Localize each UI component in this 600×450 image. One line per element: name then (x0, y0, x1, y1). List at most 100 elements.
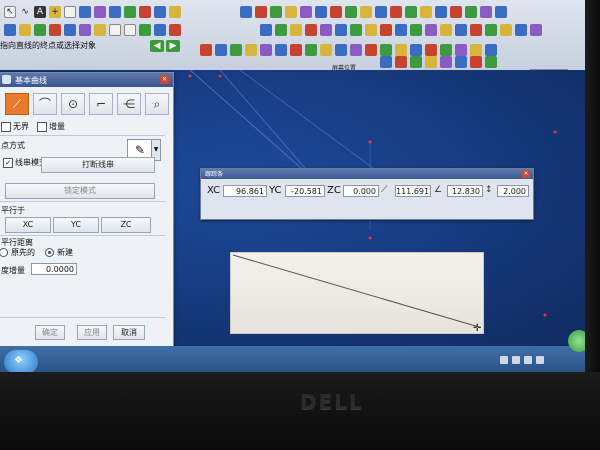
open-file-icon[interactable] (19, 24, 31, 36)
trim-type-button[interactable]: ⋲ (117, 93, 141, 115)
circle-icon[interactable] (154, 24, 166, 36)
network-icon[interactable] (500, 356, 508, 364)
perpendicular-snap-icon[interactable] (470, 56, 482, 68)
block-icon[interactable] (465, 6, 477, 18)
circle-type-button[interactable]: ⊙ (61, 93, 85, 115)
zoom-icon[interactable] (255, 6, 267, 18)
offset-field[interactable]: 2.000 (497, 185, 529, 197)
split-icon[interactable] (500, 24, 512, 36)
new-radio[interactable] (45, 248, 54, 257)
intersection-snap-icon[interactable] (440, 56, 452, 68)
original-radio[interactable] (0, 248, 8, 257)
line-tool-icon[interactable] (275, 44, 287, 56)
angle-field[interactable]: 12.830 (447, 185, 483, 197)
rectangle-icon[interactable] (64, 6, 76, 18)
cylinder-icon[interactable] (480, 6, 492, 18)
image-icon[interactable] (79, 6, 91, 18)
paste-icon[interactable] (94, 24, 106, 36)
front-view-icon[interactable] (375, 6, 387, 18)
ok-button[interactable]: 确定 (35, 325, 65, 340)
drawing-sheet[interactable]: ✛ (230, 252, 484, 334)
constraint-icon[interactable] (245, 44, 257, 56)
arc-icon[interactable] (139, 24, 151, 36)
fillet-type-button[interactable]: ⌐ (89, 93, 113, 115)
render-icon[interactable] (139, 6, 151, 18)
grid-icon[interactable] (230, 44, 242, 56)
extend-icon[interactable] (350, 44, 362, 56)
rotate-icon[interactable] (270, 6, 282, 18)
blend-icon[interactable] (410, 24, 422, 36)
wcs-icon[interactable] (169, 6, 181, 18)
zc-field[interactable]: 0.000 (343, 185, 379, 197)
mirror-icon[interactable] (470, 24, 482, 36)
record-icon[interactable] (200, 44, 212, 56)
line-type-button[interactable]: ⟋ (5, 93, 29, 115)
fillet-tool-icon[interactable] (320, 44, 332, 56)
dialog-titlebar[interactable]: 基本曲线 × (0, 73, 173, 87)
pad-icon[interactable] (350, 24, 362, 36)
parallel-xc-button[interactable]: XC (5, 217, 51, 233)
sweep-icon[interactable] (290, 24, 302, 36)
cone-icon[interactable] (495, 6, 507, 18)
start-button[interactable]: ❖ (4, 350, 38, 374)
extrude-icon[interactable] (260, 24, 272, 36)
right-arrow-icon[interactable]: ▶ (166, 40, 180, 52)
view-icon[interactable] (109, 6, 121, 18)
offset-curve-icon[interactable] (365, 44, 377, 56)
fit-icon[interactable] (240, 6, 252, 18)
lock-mode-button[interactable]: 锁定模式 (5, 183, 155, 199)
cancel-button[interactable]: 取消 (113, 325, 145, 340)
center-snap-icon[interactable] (410, 56, 422, 68)
undo-icon[interactable] (109, 24, 121, 36)
analysis-icon[interactable] (435, 6, 447, 18)
close-icon[interactable]: × (160, 75, 169, 84)
existing-point-icon[interactable] (485, 56, 497, 68)
xc-field[interactable]: 96.861 (223, 185, 267, 197)
pan-icon[interactable] (285, 6, 297, 18)
dimension-icon[interactable] (260, 44, 272, 56)
length-field[interactable]: 111.691 (395, 185, 431, 197)
tracking-bar-titlebar[interactable]: 跟踪条 (201, 169, 533, 179)
copy-icon[interactable] (79, 24, 91, 36)
endpoint-snap-icon[interactable] (380, 56, 392, 68)
hidden-icon[interactable] (330, 6, 342, 18)
section-icon[interactable] (405, 6, 417, 18)
wireframe-icon[interactable] (315, 6, 327, 18)
increment-checkbox[interactable] (37, 121, 47, 132)
parallel-zc-button[interactable]: ZC (101, 217, 151, 233)
top-view-icon[interactable] (360, 6, 372, 18)
chamfer-icon[interactable] (395, 24, 407, 36)
arc-type-button[interactable]: ⌒ (33, 93, 57, 115)
close-icon[interactable]: × (522, 170, 530, 178)
midpoint-snap-icon[interactable] (395, 56, 407, 68)
string-mode-checkbox[interactable]: ✓ (3, 157, 13, 168)
groove-icon[interactable] (380, 24, 392, 36)
left-arrow-icon[interactable]: ◀ (150, 40, 164, 52)
circle-tool-icon[interactable] (305, 44, 317, 56)
layer-icon[interactable] (124, 6, 136, 18)
thread-icon[interactable] (440, 24, 452, 36)
parallel-yc-button[interactable]: YC (53, 217, 99, 233)
new-file-icon[interactable] (4, 24, 16, 36)
cut-icon[interactable] (64, 24, 76, 36)
select-icon[interactable]: ↖ (4, 6, 16, 18)
trim-icon[interactable] (335, 44, 347, 56)
print-icon[interactable] (49, 24, 61, 36)
point-icon[interactable]: + (49, 6, 61, 18)
volume-icon[interactable] (512, 356, 520, 364)
pocket-icon[interactable] (335, 24, 347, 36)
yc-field[interactable]: -20.581 (285, 185, 325, 197)
edit-type-button[interactable]: ⌕ (145, 93, 169, 115)
language-icon[interactable] (524, 356, 532, 364)
orient-icon[interactable] (300, 6, 312, 18)
iso-icon[interactable] (345, 6, 357, 18)
shade-icon[interactable] (154, 6, 166, 18)
hole-icon[interactable] (305, 24, 317, 36)
spline-icon[interactable]: ∿ (19, 6, 31, 18)
flag-icon[interactable] (536, 356, 544, 364)
snap-icon[interactable] (215, 44, 227, 56)
break-string-button[interactable]: 打断线串 (41, 157, 155, 173)
apply-button[interactable]: 应用 (77, 325, 107, 340)
infinite-checkbox[interactable] (1, 121, 11, 132)
feature-icon[interactable] (450, 6, 462, 18)
